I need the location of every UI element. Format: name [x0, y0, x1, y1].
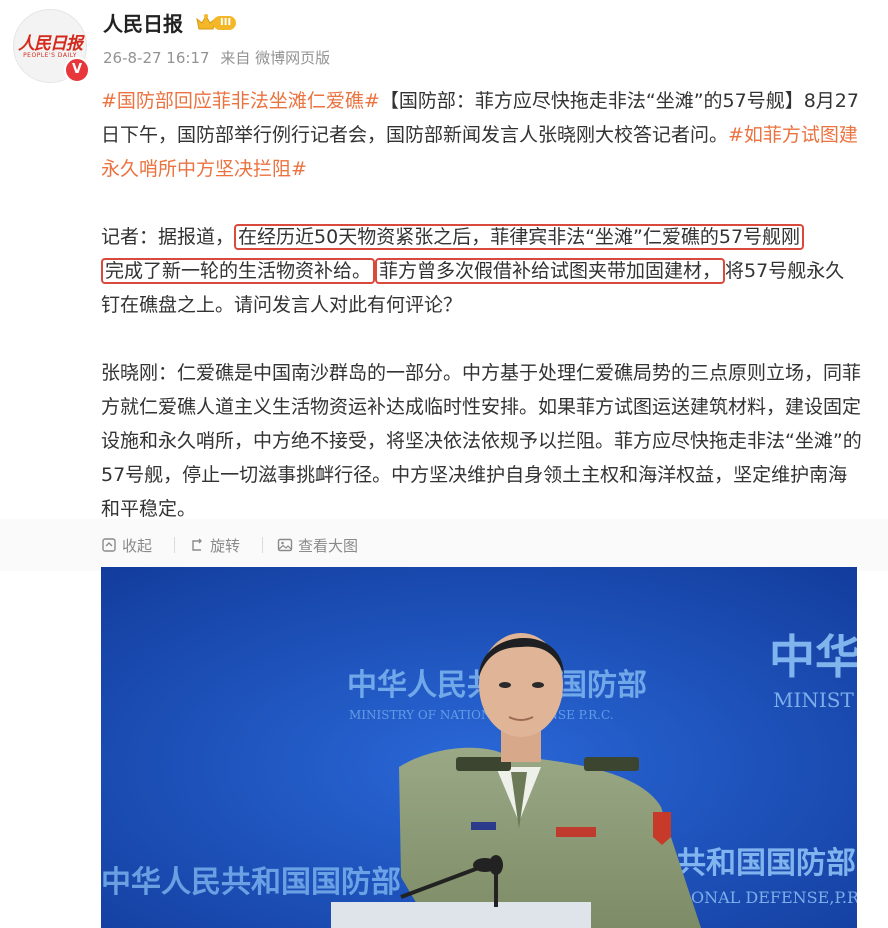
username[interactable]: 人民日报	[103, 9, 183, 39]
collapse-button[interactable]: 收起	[101, 534, 152, 556]
image-icon	[277, 538, 293, 552]
verified-badge-icon: V	[64, 57, 90, 83]
logo-text: 人民日报	[18, 34, 83, 54]
post-intro-paragraph: #国防部回应菲非法坐滩仁爱礁#【国防部：菲方应尽快拖走非法“坐滩”的57号舰】8…	[101, 84, 863, 186]
image-toolbar: 收起 旋转 查看大图	[0, 519, 888, 571]
question-paragraph: 记者：据报道， 在经历近50天物资紧张之后，菲律宾非法“坐滩”仁爱礁的57号舰刚完…	[101, 220, 863, 322]
post-meta: 26-8-27 16:17 来自 微博网页版	[103, 47, 336, 69]
question-prefix: 记者：据报道，	[101, 226, 235, 248]
answer-paragraph: 张晓刚：仁爱礁是中国南沙群岛的一部分。中方基于处理仁爱礁局势的三点原则立场，同菲…	[101, 362, 862, 520]
press-photo-illustration: 中华人民共和国国防部 MINISTRY OF NATIONAL DEFENSE …	[101, 567, 857, 928]
view-large-label: 查看大图	[298, 536, 359, 555]
backdrop-subtitle-bottom-right: ONAL DEFENSE,P.R.	[691, 888, 857, 907]
view-large-button[interactable]: 查看大图	[277, 534, 358, 556]
post-content: #国防部回应菲非法坐滩仁爱礁#【国防部：菲方应尽快拖走非法“坐滩”的57号舰】8…	[101, 84, 863, 560]
hashtag-link[interactable]: #国防部回应菲非法坐滩仁爱礁#	[101, 90, 380, 112]
timestamp[interactable]: 26-8-27 16:17	[103, 49, 210, 67]
post-source: 来自 微博网页版	[220, 49, 331, 67]
highlight-box: 菲方曾多次假借补给试图夹带加固建材，	[375, 258, 726, 284]
rotate-icon	[192, 538, 202, 551]
rotate-button[interactable]: 旋转	[189, 534, 240, 556]
toolbar-divider	[174, 537, 175, 553]
backdrop-subtitle-right: MINIST	[773, 688, 854, 712]
backdrop-title-right: 中华	[769, 630, 857, 684]
highlight-box: 完成了新一轮的生活物资补给。	[101, 258, 376, 284]
backdrop-title-bottom: 中华人民共和国国防部	[101, 865, 401, 900]
collapse-label: 收起	[122, 536, 153, 555]
rotate-label: 旋转	[210, 536, 241, 555]
vip-level: III	[213, 16, 237, 30]
vip-badge[interactable]: III	[195, 13, 237, 33]
collapse-icon	[102, 538, 116, 552]
toolbar-divider	[262, 537, 263, 553]
backdrop-title-bottom-right: 共和国国防部	[676, 846, 856, 881]
press-photo[interactable]: 中华人民共和国国防部 MINISTRY OF NATIONAL DEFENSE …	[101, 567, 857, 928]
backdrop-subtitle: MINISTRY OF NATIONAL DEFENSE P.R.C.	[349, 708, 614, 722]
highlight-box: 在经历近50天物资紧张之后，菲律宾非法“坐滩”仁爱礁的57号舰刚	[234, 224, 805, 250]
